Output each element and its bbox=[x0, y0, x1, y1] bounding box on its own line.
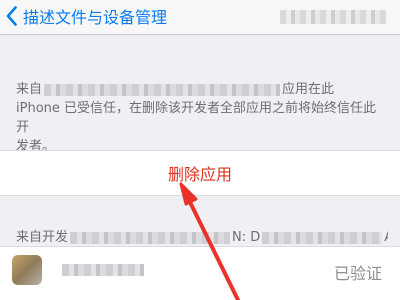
redacted-developer-name bbox=[44, 83, 281, 96]
delete-app-button[interactable]: 删除应用 bbox=[0, 150, 400, 196]
navigation-bar: 描述文件与设备管理 bbox=[0, 0, 400, 35]
screen: 描述文件与设备管理 来自 应用在此 iPhone 已受信任，在删除该开发者全部应用… bbox=[0, 0, 400, 300]
redacted-nav-title bbox=[280, 10, 386, 24]
trust-info-text: 来自 应用在此 iPhone 已受信任，在删除该开发者全部应用之前将始终信任此开 … bbox=[16, 80, 388, 156]
delete-app-label: 删除应用 bbox=[167, 165, 232, 184]
info-line-2: iPhone 已受信任，在删除该开发者全部应用之前将始终信任此开 bbox=[16, 101, 377, 135]
redacted-app-name bbox=[62, 264, 144, 276]
app-list-item[interactable]: 已验证 bbox=[0, 246, 400, 300]
chevron-left-icon bbox=[6, 6, 17, 26]
redacted-developer-id bbox=[70, 231, 231, 244]
info-line-1: 来自 应用在此 bbox=[16, 82, 335, 97]
redacted-certificate bbox=[262, 231, 383, 244]
back-button-label: 描述文件与设备管理 bbox=[23, 8, 168, 27]
back-button[interactable]: 描述文件与设备管理 bbox=[6, 3, 167, 29]
developer-info: 来自开发N: DA bbox=[16, 226, 388, 245]
verified-status: 已验证 bbox=[333, 264, 382, 283]
app-icon bbox=[12, 255, 42, 285]
